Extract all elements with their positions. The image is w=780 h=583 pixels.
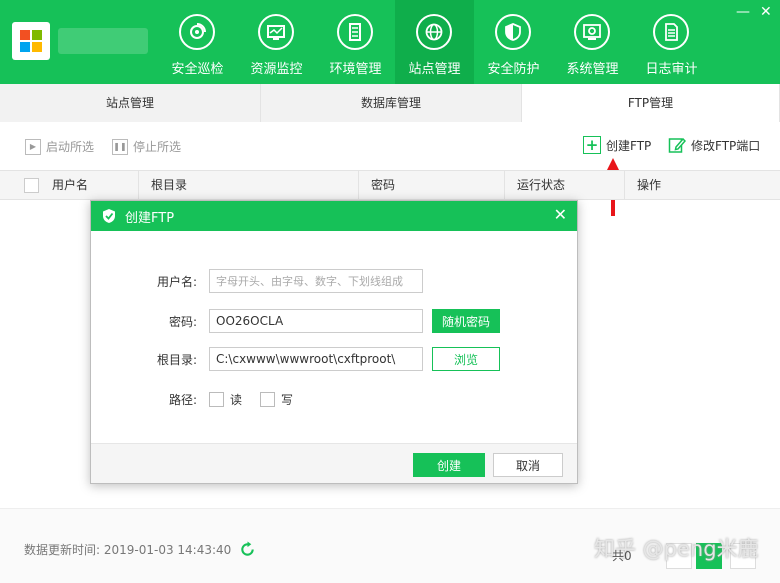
password-row: 密码: 随机密码 <box>91 309 501 333</box>
sub-tabs: 站点管理 数据库管理 FTP管理 <box>0 84 780 122</box>
nav-label: 安全巡检 <box>171 62 224 77</box>
root-dir-row: 根目录: 浏览 <box>91 347 500 371</box>
browse-button[interactable]: 浏览 <box>432 347 500 371</box>
monitor-icon <box>258 14 294 50</box>
start-selected-label: 启动所选 <box>46 140 95 154</box>
select-all-checkbox[interactable] <box>12 171 42 199</box>
minimize-button[interactable]: — <box>736 4 750 20</box>
read-checkbox[interactable]: 读 <box>209 391 242 408</box>
pause-icon: ❚❚ <box>112 138 128 155</box>
col-username: 用户名 <box>52 178 89 192</box>
password-input[interactable] <box>209 309 423 333</box>
nav-label: 环境管理 <box>329 62 382 77</box>
tab-database-management[interactable]: 数据库管理 <box>261 84 522 122</box>
nav-system-management[interactable]: 系统管理 <box>553 0 632 84</box>
checkbox[interactable] <box>24 178 39 193</box>
cancel-button[interactable]: 取消 <box>493 453 563 477</box>
random-password-button[interactable]: 随机密码 <box>432 309 501 333</box>
root-dir-input[interactable] <box>209 347 423 371</box>
refresh-icon[interactable] <box>239 541 256 558</box>
edit-icon <box>668 137 686 153</box>
read-label: 读 <box>230 393 243 407</box>
permission-row: 路径: 读 写 <box>91 391 311 408</box>
create-ftp-label: 创建FTP <box>606 138 652 153</box>
write-checkbox[interactable]: 写 <box>260 391 293 408</box>
create-ftp-dialog: 创建FTP ✕ 用户名: 密码: 随机密码 根目录: 浏览 路径: 读 写 创建… <box>90 200 578 484</box>
window-close-button[interactable]: ✕ <box>760 4 772 20</box>
play-icon: ▶ <box>25 138 41 155</box>
dialog-footer: 创建 取消 <box>91 443 577 483</box>
nav-log-audit[interactable]: 日志审计 <box>632 0 711 84</box>
create-button[interactable]: 创建 <box>413 453 485 477</box>
dialog-body: 用户名: 密码: 随机密码 根目录: 浏览 路径: 读 写 <box>91 231 577 443</box>
brand-name-blurred <box>58 28 148 54</box>
scan-icon <box>179 14 215 50</box>
dialog-title: 创建FTP <box>125 210 175 226</box>
status-footer: 数据更新时间: 2019-01-03 14:43:40 知乎 @peng米鹿 共… <box>0 508 780 583</box>
main-nav: 安全巡检 资源监控 环境管理 站点管理 安全防护 系统管理 日志审计 <box>158 0 711 84</box>
page-info: 共0 <box>612 549 632 563</box>
dialog-close-button[interactable]: ✕ <box>554 207 567 223</box>
logo-shield-icon <box>103 209 115 223</box>
tab-site-management[interactable]: 站点管理 <box>0 84 261 122</box>
nav-security-inspection[interactable]: 安全巡检 <box>158 0 237 84</box>
plus-icon: + <box>583 136 601 154</box>
username-row: 用户名: <box>91 269 423 293</box>
col-status: 运行状态 <box>504 171 624 199</box>
write-label: 写 <box>281 393 294 407</box>
dialog-title-bar: 创建FTP <box>91 201 577 231</box>
nav-label: 站点管理 <box>408 62 461 77</box>
tab-ftp-management[interactable]: FTP管理 <box>522 84 780 122</box>
start-selected-button[interactable]: ▶ 启动所选 <box>25 138 94 155</box>
modify-ftp-port-button[interactable]: 修改FTP端口 <box>668 136 760 154</box>
stop-selected-button[interactable]: ❚❚ 停止所选 <box>112 138 181 155</box>
globe-icon <box>416 14 452 50</box>
document-icon <box>653 14 689 50</box>
nav-label: 资源监控 <box>250 62 303 77</box>
checkbox-box[interactable] <box>209 392 224 407</box>
nav-environment[interactable]: 环境管理 <box>316 0 395 84</box>
modify-ftp-port-label: 修改FTP端口 <box>691 138 761 153</box>
col-password: 密码 <box>358 171 504 199</box>
path-label: 路径: <box>168 393 197 407</box>
nav-label: 日志审计 <box>645 62 698 77</box>
username-label: 用户名: <box>156 274 197 289</box>
col-actions: 操作 <box>624 171 780 199</box>
create-ftp-button[interactable]: + 创建FTP <box>583 136 651 154</box>
root-dir-label: 根目录: <box>156 352 197 367</box>
nav-label: 安全防护 <box>487 62 540 77</box>
settings-icon <box>574 14 610 50</box>
update-time-text: 数据更新时间: 2019-01-03 14:43:40 <box>24 543 232 557</box>
server-icon <box>337 14 373 50</box>
nav-site-management[interactable]: 站点管理 <box>395 0 474 84</box>
update-time: 数据更新时间: 2019-01-03 14:43:40 <box>24 541 256 558</box>
top-header: 安全巡检 资源监控 环境管理 站点管理 安全防护 系统管理 日志审计 — ✕ <box>0 0 780 84</box>
username-input[interactable] <box>209 269 423 293</box>
nav-label: 系统管理 <box>566 62 619 77</box>
table-header: 用户名 根目录 密码 运行状态 操作 <box>0 170 780 200</box>
stop-selected-label: 停止所选 <box>133 140 182 154</box>
nav-resource-monitor[interactable]: 资源监控 <box>237 0 316 84</box>
shield-icon <box>495 14 531 50</box>
windows-logo-icon <box>12 22 50 60</box>
col-root-dir: 根目录 <box>138 171 358 199</box>
checkbox-box[interactable] <box>260 392 276 407</box>
nav-security-protection[interactable]: 安全防护 <box>474 0 553 84</box>
password-label: 密码: <box>168 314 197 329</box>
